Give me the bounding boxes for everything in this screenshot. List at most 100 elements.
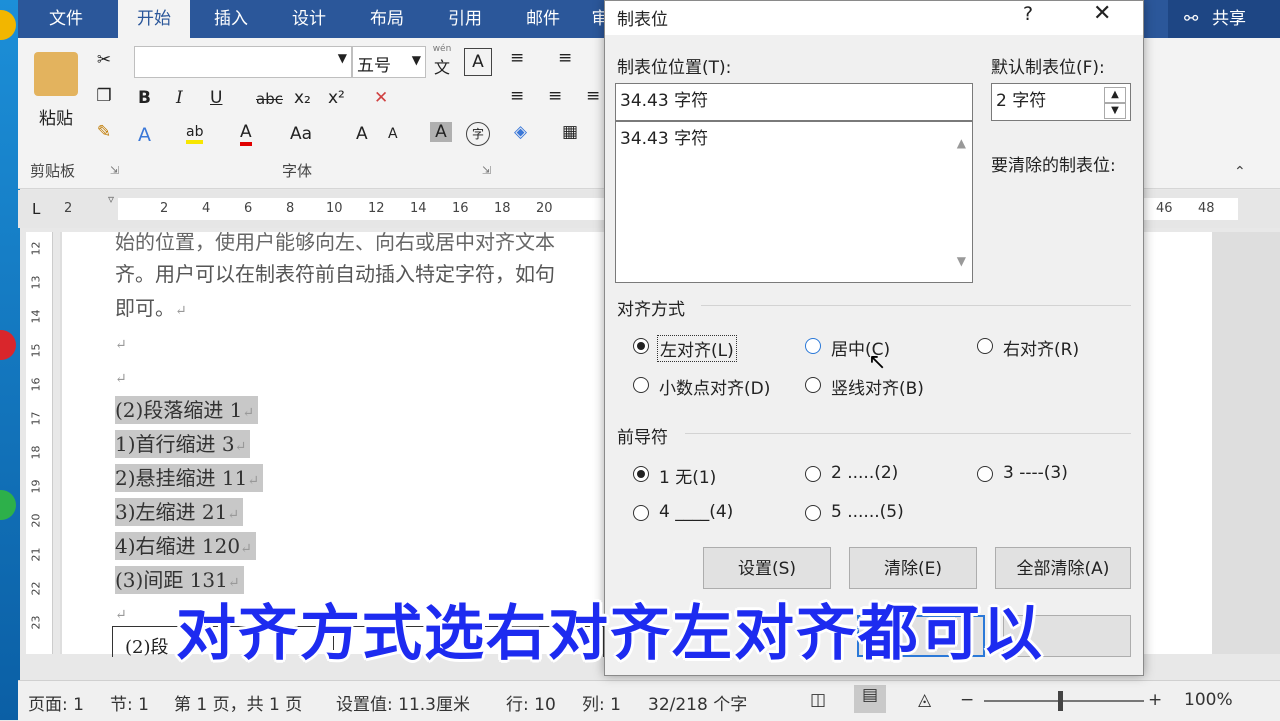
- leader-dash-label[interactable]: 3 ----(3): [1003, 463, 1068, 483]
- leader-underline-label[interactable]: 4 ____(4): [659, 502, 733, 522]
- highlight-button[interactable]: ab: [186, 124, 204, 144]
- strikethrough-button[interactable]: abc: [256, 90, 283, 108]
- clipboard-launcher-icon[interactable]: ⇲: [110, 164, 119, 177]
- bullets-icon[interactable]: ≡: [510, 48, 524, 68]
- scroll-down-icon[interactable]: ▼: [957, 244, 966, 278]
- align-bar-label[interactable]: 竖线对齐(B): [831, 374, 924, 399]
- clear-all-button[interactable]: 全部清除(A): [995, 547, 1131, 589]
- scroll-up-icon[interactable]: ▲: [957, 126, 966, 160]
- zoom-out-button[interactable]: −: [960, 690, 974, 710]
- font-size-select[interactable]: 五号 ▼: [352, 46, 426, 78]
- status-setting[interactable]: 设置值: 11.3厘米: [336, 690, 470, 715]
- zoom-slider-track[interactable]: [984, 700, 1144, 702]
- leader-dots-radio[interactable]: [805, 466, 821, 482]
- tab-references[interactable]: 引用: [432, 0, 498, 38]
- align-center-radio[interactable]: [805, 338, 821, 354]
- cut-icon[interactable]: ✂: [92, 50, 116, 70]
- superscript-button[interactable]: x²: [328, 88, 345, 108]
- status-page-count[interactable]: 第 1 页，共 1 页: [174, 690, 302, 715]
- clear-button[interactable]: 清除(E): [849, 547, 977, 589]
- paste-label[interactable]: 粘贴: [34, 104, 78, 129]
- align-right-label[interactable]: 右对齐(R): [1003, 335, 1079, 360]
- align-center-icon[interactable]: ≡: [548, 86, 562, 106]
- align-bar-radio[interactable]: [805, 377, 821, 393]
- status-row[interactable]: 行: 10: [506, 690, 556, 715]
- align-decimal-label[interactable]: 小数点对齐(D): [659, 374, 770, 399]
- tab-position-input[interactable]: 34.43 字符: [615, 83, 973, 121]
- empty-paragraph[interactable]: ↵: [115, 600, 127, 624]
- zoom-level[interactable]: 100%: [1184, 690, 1233, 710]
- shading-icon[interactable]: ◈: [514, 122, 527, 142]
- clear-format-icon[interactable]: ✕: [374, 88, 388, 108]
- leader-none-radio[interactable]: [633, 466, 649, 482]
- list-item[interactable]: 3)左缩进 21↵: [115, 496, 244, 526]
- status-page[interactable]: 页面: 1: [28, 690, 84, 715]
- char-border-button[interactable]: A: [464, 48, 492, 76]
- change-case-button[interactable]: Aa: [290, 124, 312, 144]
- spin-down-icon[interactable]: ▼: [1104, 103, 1126, 119]
- list-item[interactable]: 2)悬挂缩进 11↵: [115, 462, 264, 492]
- leader-dash-radio[interactable]: [977, 466, 993, 482]
- collapse-ribbon-icon[interactable]: ⌃: [1234, 164, 1246, 180]
- subscript-button[interactable]: x₂: [294, 88, 311, 108]
- zoom-slider-thumb[interactable]: [1058, 691, 1063, 711]
- align-left-icon[interactable]: ≡: [510, 86, 524, 106]
- phonetic-guide-button[interactable]: wén 文: [430, 44, 454, 78]
- zoom-in-button[interactable]: +: [1148, 690, 1162, 710]
- empty-paragraph[interactable]: ↵: [115, 330, 127, 354]
- text-effect-button[interactable]: A: [138, 124, 151, 146]
- doc-line[interactable]: 即可。↵: [115, 292, 187, 321]
- tab-selector-button[interactable]: L: [32, 200, 40, 218]
- align-left-label[interactable]: 左对齐(L): [657, 335, 737, 362]
- share-button[interactable]: ⚯ 共享: [1168, 0, 1280, 38]
- help-button[interactable]: ?: [1023, 3, 1033, 25]
- align-left-radio[interactable]: [633, 338, 649, 354]
- shrink-font-button[interactable]: A: [388, 126, 398, 142]
- empty-paragraph[interactable]: ↵: [115, 364, 127, 388]
- format-painter-icon[interactable]: ✎: [92, 122, 116, 142]
- numbering-icon[interactable]: ≡: [558, 48, 572, 68]
- leader-none-label[interactable]: 1 无(1): [659, 463, 716, 488]
- status-col[interactable]: 列: 1: [582, 690, 621, 715]
- align-right-radio[interactable]: [977, 338, 993, 354]
- desktop-app-icon[interactable]: [0, 330, 16, 360]
- tab-insert[interactable]: 插入: [198, 0, 264, 38]
- doc-line[interactable]: 齐。用户可以在制表符前自动插入特定字符，如句: [115, 258, 555, 287]
- spin-up-icon[interactable]: ▲: [1104, 87, 1126, 103]
- tab-mailings[interactable]: 邮件: [510, 0, 576, 38]
- desktop-app-icon[interactable]: [0, 10, 16, 40]
- status-section[interactable]: 节: 1: [110, 690, 149, 715]
- default-tab-spinner[interactable]: 2 字符 ▲ ▼: [991, 83, 1131, 121]
- italic-button[interactable]: I: [176, 88, 183, 108]
- grow-font-button[interactable]: A: [356, 124, 368, 144]
- dialog-title-bar[interactable]: 制表位 ? ✕: [605, 1, 1143, 35]
- align-right-icon[interactable]: ≡: [586, 86, 600, 106]
- tab-layout[interactable]: 布局: [354, 0, 420, 38]
- indent-marker-icon[interactable]: ▿: [108, 192, 114, 206]
- list-item[interactable]: 34.43 字符: [620, 122, 972, 156]
- paste-icon[interactable]: [34, 52, 78, 96]
- leader-underline-radio[interactable]: [633, 505, 649, 521]
- list-item[interactable]: (2)段落缩进 1↵: [115, 394, 259, 424]
- char-shading-button[interactable]: A: [430, 122, 452, 142]
- bold-button[interactable]: B: [138, 88, 151, 108]
- list-item[interactable]: 1)首行缩进 3↵: [115, 428, 251, 458]
- close-icon[interactable]: ✕: [1093, 1, 1111, 26]
- tab-file[interactable]: 文件: [26, 0, 106, 38]
- read-mode-icon[interactable]: ◫: [810, 690, 826, 710]
- font-color-button[interactable]: A: [240, 122, 252, 146]
- copy-icon[interactable]: ❐: [92, 86, 116, 106]
- font-launcher-icon[interactable]: ⇲: [482, 164, 491, 177]
- doc-line[interactable]: 始的位置，使用户能够向左、向右或居中对齐文本: [115, 226, 555, 255]
- borders-icon[interactable]: ▦: [562, 122, 578, 142]
- enclose-char-button[interactable]: 字: [466, 122, 490, 146]
- leader-dots-label[interactable]: 2 .....(2): [831, 463, 898, 483]
- tab-home[interactable]: 开始: [118, 0, 190, 38]
- font-name-input[interactable]: ▼: [134, 46, 352, 78]
- web-layout-icon[interactable]: ◬: [918, 690, 931, 710]
- desktop-app-icon[interactable]: [0, 490, 16, 520]
- leader-middot-label[interactable]: 5 ......(5): [831, 502, 904, 522]
- tab-position-list[interactable]: 34.43 字符 ▲ ▼: [615, 121, 973, 283]
- tab-design[interactable]: 设计: [276, 0, 342, 38]
- print-layout-icon[interactable]: ▤: [854, 685, 886, 713]
